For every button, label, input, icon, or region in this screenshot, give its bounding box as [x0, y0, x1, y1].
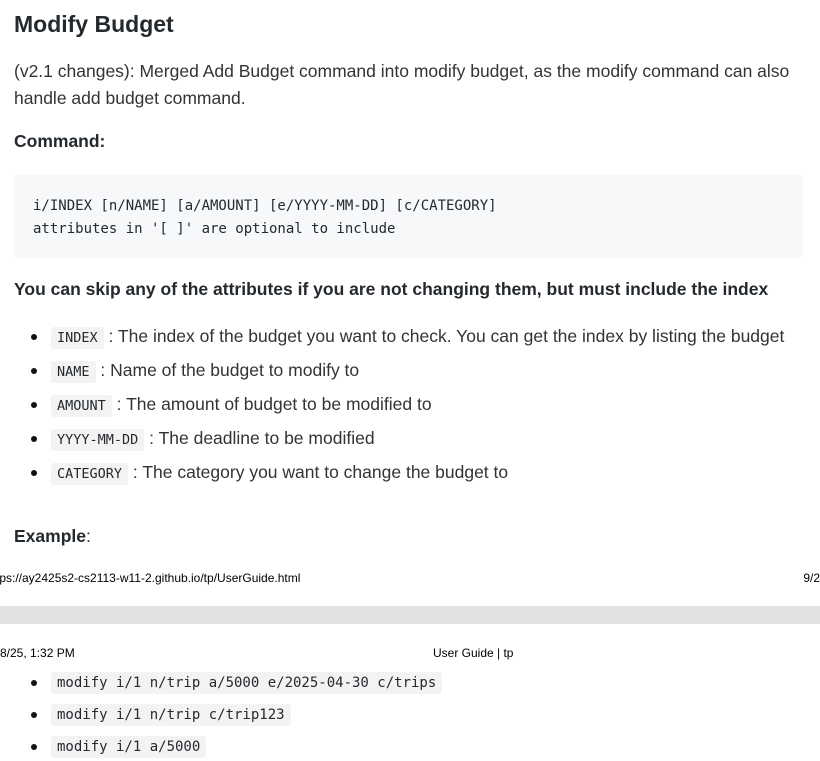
bullet-icon: [31, 680, 37, 686]
attribute-desc: : The amount of budget to be modified to: [116, 394, 432, 414]
example-command: modify i/1 n/trip a/5000 e/2025-04-30 c/…: [51, 672, 443, 694]
list-item: modify i/1 n/trip a/5000 e/2025-04-30 c/…: [14, 669, 804, 696]
attribute-desc: : Name of the budget to modify to: [100, 360, 360, 380]
section-heading: Modify Budget: [14, 11, 174, 37]
example-list: modify i/1 n/trip a/5000 e/2025-04-30 c/…: [14, 669, 804, 760]
list-item: CATEGORY : The category you want to chan…: [14, 459, 804, 488]
attribute-list: INDEX : The index of the budget you want…: [14, 323, 804, 488]
example-command: modify i/1 n/trip c/trip123: [51, 704, 291, 726]
print-header-time: 8/25, 1:32 PM: [0, 646, 75, 660]
example-label: Example:: [14, 526, 91, 546]
attribute-code: INDEX: [51, 327, 104, 349]
attribute-code: AMOUNT: [51, 395, 112, 417]
page-break: [0, 606, 820, 624]
bullet-icon: [31, 368, 37, 374]
attribute-desc: : The index of the budget you want to ch…: [108, 326, 785, 346]
print-header-title: User Guide | tp: [433, 646, 514, 660]
code-line: attributes in '[ ]' are optional to incl…: [33, 221, 396, 237]
attribute-desc: : The category you want to change the bu…: [132, 462, 509, 482]
bullet-icon: [31, 402, 37, 408]
bullet-icon: [31, 436, 37, 442]
attribute-code: NAME: [51, 361, 96, 383]
attribute-code: CATEGORY: [51, 463, 129, 485]
list-item: modify i/1 n/trip c/trip123: [14, 701, 804, 728]
command-label: Command:: [14, 131, 106, 151]
bullet-icon: [31, 712, 37, 718]
command-code-block: i/INDEX [n/NAME] [a/AMOUNT] [e/YYYY-MM-D…: [14, 175, 803, 258]
bullet-icon: [31, 470, 37, 476]
list-item: AMOUNT : The amount of budget to be modi…: [14, 391, 804, 420]
skip-note: You can skip any of the attributes if yo…: [14, 279, 769, 299]
attribute-desc: : The deadline to be modified: [149, 428, 375, 448]
list-item: NAME : Name of the budget to modify to: [14, 357, 804, 386]
list-item: YYYY-MM-DD : The deadline to be modified: [14, 425, 804, 454]
print-page-1: Modify Budget (v2.1 changes): Merged Add…: [0, 0, 820, 606]
print-footer-url: tps://ay2425s2-cs2113-w11-2.github.io/tp…: [0, 571, 301, 585]
list-item: INDEX : The index of the budget you want…: [14, 323, 804, 352]
example-command: modify i/1 a/5000: [51, 736, 207, 758]
code-line: i/INDEX [n/NAME] [a/AMOUNT] [e/YYYY-MM-D…: [33, 198, 497, 214]
print-footer-page-number: 9/2: [803, 571, 820, 585]
bullet-icon: [31, 334, 37, 340]
version-note: (v2.1 changes): Merged Add Budget comman…: [14, 61, 790, 108]
list-item: modify i/1 a/5000: [14, 733, 804, 760]
bullet-icon: [31, 744, 37, 750]
print-page-2: 8/25, 1:32 PM User Guide | tp modify i/1…: [0, 624, 820, 759]
attribute-code: YYYY-MM-DD: [51, 429, 145, 451]
